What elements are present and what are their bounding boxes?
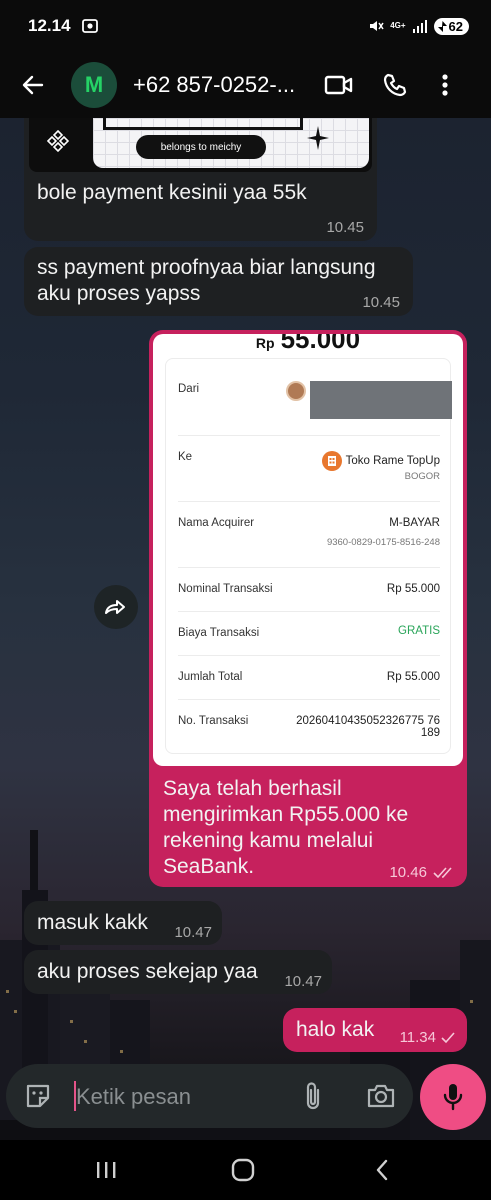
more-options-button[interactable] <box>423 52 467 118</box>
receipt-amount: Rp 55.000 <box>153 334 463 355</box>
message-time: 10.45 <box>326 219 364 236</box>
screenshot-icon <box>81 19 98 33</box>
receipt-details: Dari Ke Toko Rame TopUp BOGOR Nama Acqui… <box>165 358 452 754</box>
receipt-total-value: Rp 55.000 <box>386 671 440 683</box>
forward-icon <box>105 600 125 614</box>
sender-avatar <box>286 381 306 401</box>
home-icon <box>231 1158 255 1182</box>
payment-receipt-image[interactable]: Rp 55.000 Dari Ke Toko Rame TopUp BOGOR … <box>153 334 463 766</box>
message-meta: 10.46 <box>389 864 455 881</box>
receipt-merchant-city: BOGOR <box>404 471 440 482</box>
battery-leaf-icon <box>437 20 447 32</box>
receipt-acquirer-value: M-BAYAR <box>389 517 440 529</box>
double-check-icon <box>433 866 452 878</box>
mute-icon <box>370 21 384 31</box>
chat-header: M +62 857-0252-... <box>0 52 491 118</box>
receipt-from-label: Dari <box>178 383 200 395</box>
sparkle-icon <box>307 126 329 150</box>
status-time: 12.14 <box>28 16 71 35</box>
message-bubble-incoming[interactable]: ss payment proofnyaa biar langsung aku p… <box>24 247 413 316</box>
system-navigation-bar <box>0 1140 491 1200</box>
image-frame <box>103 118 303 130</box>
message-text: bole payment kesinii yaa 55k <box>37 181 307 204</box>
message-time: 10.47 <box>284 973 322 990</box>
message-text: Saya telah berhasil mengirimkan Rp55.000… <box>163 777 409 878</box>
receipt-nominal-label: Nominal Transaksi <box>178 583 273 595</box>
system-back-button[interactable] <box>352 1150 412 1190</box>
arrow-left-icon <box>22 75 44 95</box>
receipt-fee-value: GRATIS <box>398 625 440 637</box>
message-meta: 11.34 <box>400 1029 455 1046</box>
receipt-transaction-number-line1: 20260410435052326775 76 <box>296 715 440 727</box>
receipt-total-label: Jumlah Total <box>178 671 243 683</box>
message-bubble-outgoing[interactable]: Rp 55.000 Dari Ke Toko Rame TopUp BOGOR … <box>149 330 467 887</box>
voice-message-button[interactable] <box>420 1064 486 1130</box>
divider <box>178 655 440 656</box>
message-text: aku proses sekejap yaa <box>37 960 258 983</box>
sender-name-redacted <box>310 381 452 419</box>
message-input[interactable]: Ketik pesan <box>76 1084 191 1110</box>
microphone-icon <box>443 1084 463 1111</box>
message-bubble-incoming[interactable]: belongs to meichy bole payment kesinii y… <box>24 118 377 241</box>
contact-avatar[interactable]: M <box>71 62 117 108</box>
receipt-transaction-number: 20260410435052326775 76 189 <box>288 715 440 739</box>
divider <box>178 567 440 568</box>
recent-apps-button[interactable] <box>76 1150 136 1190</box>
video-camera-icon <box>324 75 353 95</box>
divider <box>178 435 440 436</box>
sticker-icon[interactable] <box>24 1082 52 1110</box>
contact-name[interactable]: +62 857-0252-... <box>133 72 305 98</box>
battery-indicator: 62 <box>433 17 469 35</box>
battery-level: 62 <box>448 18 463 34</box>
message-text: masuk kakk <box>37 911 148 934</box>
message-time: 11.34 <box>399 1029 436 1046</box>
more-vertical-icon <box>442 74 448 96</box>
status-bar: 12.14 4G+ 62 <box>0 0 491 52</box>
receipt-transaction-label: No. Transaksi <box>178 715 249 727</box>
recent-apps-icon <box>97 1162 116 1178</box>
message-time: 10.45 <box>362 294 400 311</box>
attach-icon[interactable] <box>302 1080 324 1112</box>
message-bubble-incoming[interactable]: masuk kakk 10.47 <box>24 901 222 945</box>
receipt-to-label: Ke <box>178 451 193 463</box>
back-button[interactable] <box>0 52 66 118</box>
receipt-acquirer-id: 9360-0829-0175-8516-248 <box>326 537 440 548</box>
message-text: halo kak <box>296 1018 375 1041</box>
phone-icon <box>383 73 407 97</box>
receipt-nominal-value: Rp 55.000 <box>386 583 440 595</box>
store-icon <box>321 451 342 471</box>
receipt-merchant-name: Toko Rame TopUp <box>345 455 440 467</box>
message-time: 10.46 <box>389 864 427 881</box>
network-type: 4G+ <box>390 21 406 30</box>
message-bubble-incoming[interactable]: aku proses sekejap yaa 10.47 <box>24 950 332 994</box>
message-input-bar: Ketik pesan <box>6 1064 413 1128</box>
message-bubble-outgoing[interactable]: halo kak 11.34 <box>283 1008 467 1052</box>
receipt-acquirer-label: Nama Acquirer <box>178 517 255 529</box>
voice-call-button[interactable] <box>367 52 423 118</box>
divider <box>178 611 440 612</box>
message-text: ss payment proofnyaa biar langsung aku p… <box>37 256 376 305</box>
forward-button[interactable] <box>94 585 138 629</box>
cross-logo-icon <box>47 130 69 152</box>
receipt-to-value: Toko Rame TopUp <box>321 451 440 471</box>
home-button[interactable] <box>213 1150 273 1190</box>
receipt-currency: Rp <box>255 335 275 351</box>
receipt-fee-label: Biaya Transaksi <box>178 627 260 639</box>
receipt-amount-value: 55.000 <box>280 334 361 354</box>
message-time: 10.47 <box>174 924 212 941</box>
receipt-transaction-number-line2: 189 <box>420 727 440 739</box>
camera-icon[interactable] <box>366 1083 396 1109</box>
divider <box>178 699 440 700</box>
image-caption-tag: belongs to meichy <box>136 135 266 159</box>
signal-icon <box>412 20 427 33</box>
chevron-left-icon <box>376 1159 388 1181</box>
single-check-icon <box>441 1031 455 1043</box>
divider <box>178 501 440 502</box>
video-call-button[interactable] <box>311 52 367 118</box>
